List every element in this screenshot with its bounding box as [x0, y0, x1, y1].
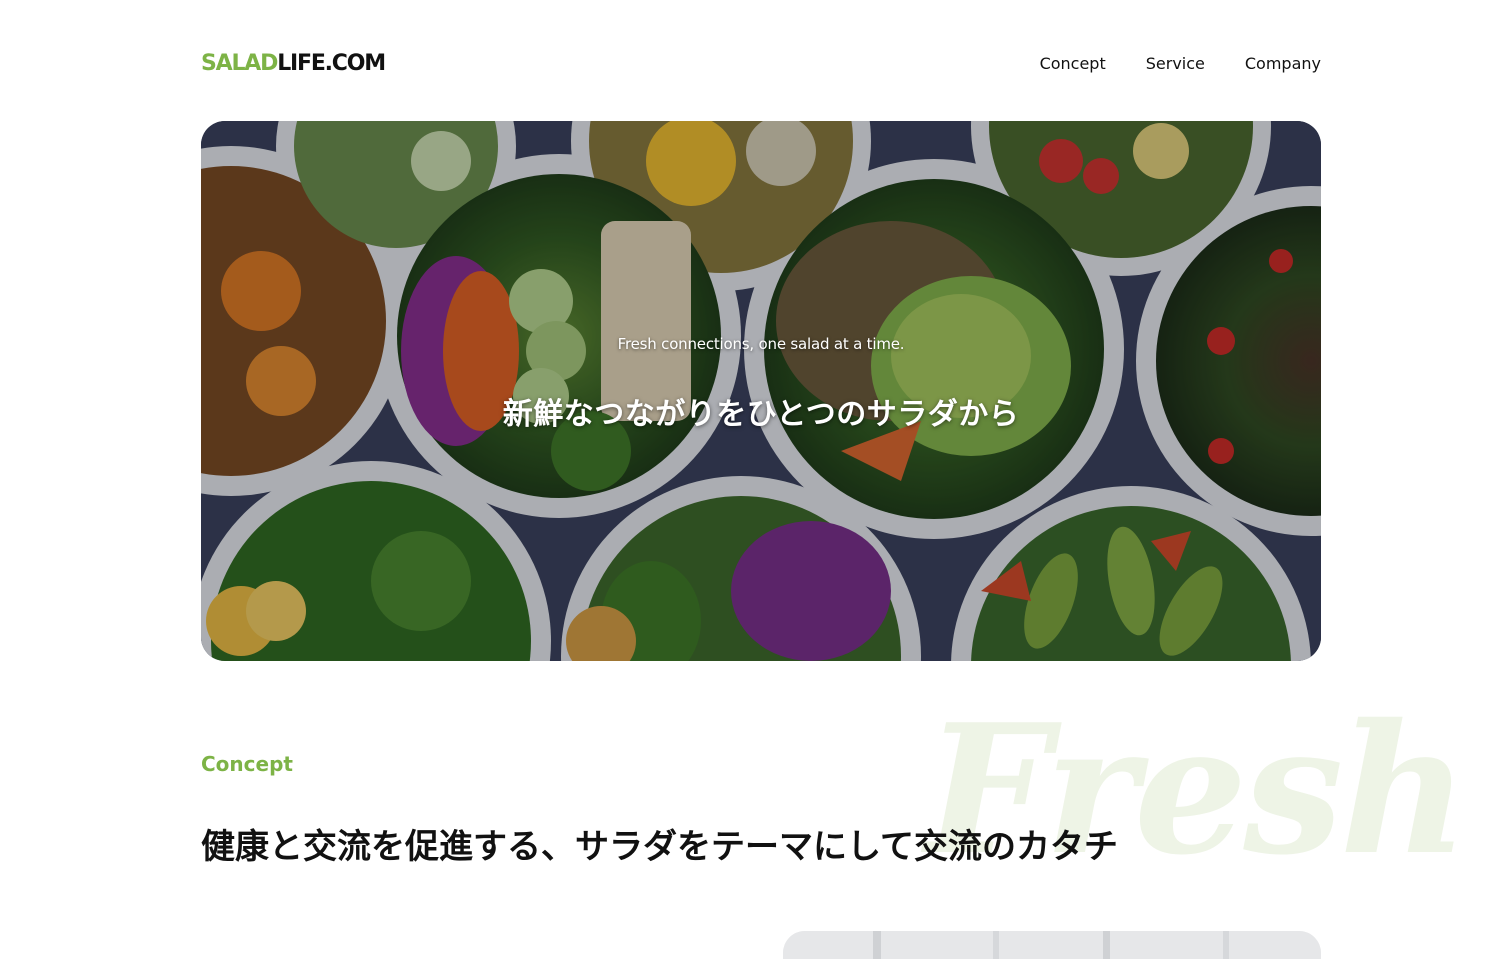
hero-banner: Fresh connections, one salad at a time. …: [201, 121, 1321, 661]
hero-subtitle: Fresh connections, one salad at a time.: [617, 335, 905, 353]
nav-item-concept[interactable]: Concept: [1040, 53, 1106, 75]
concept-section-label: Concept: [201, 752, 293, 776]
logo-life-com: LIFE.COM: [277, 51, 386, 76]
page: SALADLIFE.COM Concept Service Company Fr…: [0, 0, 1506, 959]
site-logo[interactable]: SALADLIFE.COM: [201, 50, 386, 78]
nav-item-company[interactable]: Company: [1245, 53, 1321, 75]
concept-image-graphic: [783, 931, 1321, 959]
main-nav: Concept Service Company: [1040, 53, 1321, 75]
logo-salad: SALAD: [201, 51, 278, 76]
nav-item-service[interactable]: Service: [1146, 53, 1205, 75]
hero-title: 新鮮なつながりをひとつのサラダから: [502, 397, 1020, 432]
concept-heading: 健康と交流を促進する、サラダをテーマにして交流のカタチ: [201, 827, 1118, 867]
concept-image: [783, 931, 1321, 959]
site-header: SALADLIFE.COM Concept Service Company: [201, 44, 1321, 84]
